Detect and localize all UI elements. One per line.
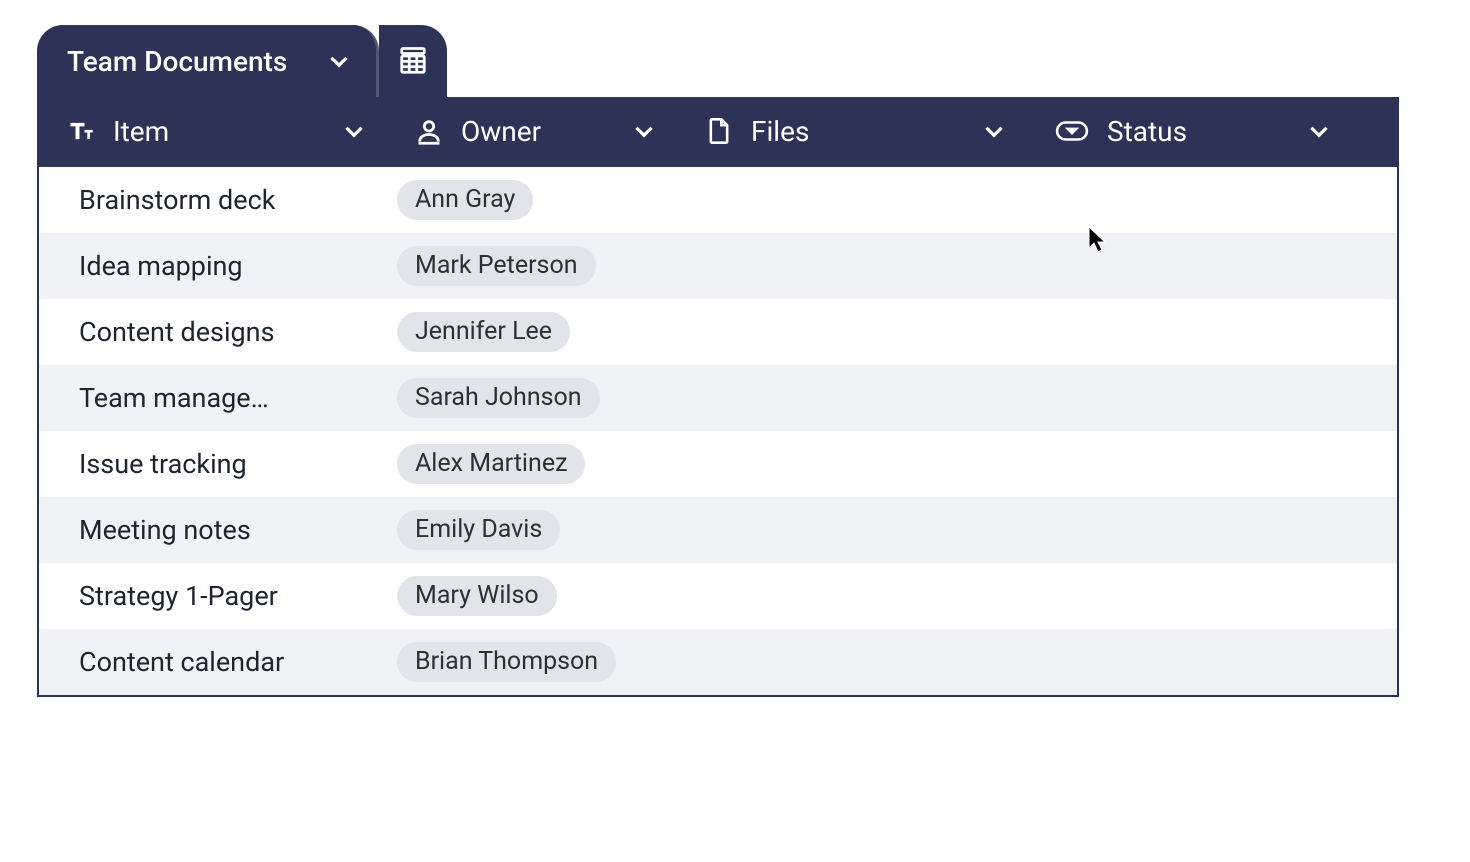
column-label: Item: [113, 115, 169, 148]
tab-title: Team Documents: [67, 45, 287, 78]
cell-owner[interactable]: Emily Davis: [387, 510, 677, 550]
cell-owner[interactable]: Jennifer Lee: [387, 312, 677, 352]
column-header-files[interactable]: Files: [677, 115, 1027, 148]
cell-item[interactable]: Issue tracking: [39, 448, 387, 480]
cell-item[interactable]: Content designs: [39, 316, 387, 348]
text-type-icon: [67, 117, 95, 145]
column-header-row: Item Owner: [37, 97, 1399, 167]
cell-owner[interactable]: Mark Peterson: [387, 246, 677, 286]
owner-pill: Brian Thompson: [397, 642, 616, 682]
table-row[interactable]: Content calendar Brian Thompson: [39, 629, 1397, 695]
column-label: Status: [1107, 115, 1187, 148]
owner-pill: Jennifer Lee: [397, 312, 570, 352]
table-row[interactable]: Idea mapping Mark Peterson: [39, 233, 1397, 299]
owner-pill: Mary Wilso: [397, 576, 557, 616]
table-row[interactable]: Strategy 1-Pager Mary Wilso: [39, 563, 1397, 629]
tab-team-documents[interactable]: Team Documents: [37, 25, 379, 97]
cell-item[interactable]: Idea mapping: [39, 250, 387, 282]
owner-pill: Emily Davis: [397, 510, 560, 550]
column-header-item[interactable]: Item: [39, 115, 387, 148]
table-row[interactable]: Team manage… Sarah Johnson: [39, 365, 1397, 431]
owner-pill: Alex Martinez: [397, 444, 585, 484]
tab-bar: Team Documents: [37, 25, 1399, 97]
table-row[interactable]: Brainstorm deck Ann Gray: [39, 167, 1397, 233]
column-header-owner[interactable]: Owner: [387, 115, 677, 148]
column-label: Owner: [461, 115, 541, 148]
cell-item[interactable]: Team manage…: [39, 382, 387, 414]
cell-owner[interactable]: Sarah Johnson: [387, 378, 677, 418]
cell-owner[interactable]: Ann Gray: [387, 180, 677, 220]
chevron-down-icon[interactable]: [1306, 118, 1332, 144]
dropdown-pill-icon: [1055, 120, 1089, 142]
cell-owner[interactable]: Brian Thompson: [387, 642, 677, 682]
owner-pill: Mark Peterson: [397, 246, 596, 286]
cell-item[interactable]: Brainstorm deck: [39, 184, 387, 216]
table-row[interactable]: Issue tracking Alex Martinez: [39, 431, 1397, 497]
cell-item[interactable]: Content calendar: [39, 646, 387, 678]
chevron-down-icon[interactable]: [341, 118, 367, 144]
column-label: Files: [751, 115, 809, 148]
table-row[interactable]: Meeting notes Emily Davis: [39, 497, 1397, 563]
file-icon: [705, 116, 733, 146]
owner-pill: Ann Gray: [397, 180, 533, 220]
chevron-down-icon[interactable]: [631, 118, 657, 144]
table-body: Brainstorm deck Ann Gray Idea mapping Ma…: [37, 167, 1399, 697]
cell-owner[interactable]: Alex Martinez: [387, 444, 677, 484]
cell-item[interactable]: Meeting notes: [39, 514, 387, 546]
chevron-down-icon[interactable]: [981, 118, 1007, 144]
table-row[interactable]: Content designs Jennifer Lee: [39, 299, 1397, 365]
cell-owner[interactable]: Mary Wilso: [387, 576, 677, 616]
column-header-status[interactable]: Status: [1027, 115, 1352, 148]
cell-item[interactable]: Strategy 1-Pager: [39, 580, 387, 612]
chevron-down-icon[interactable]: [326, 48, 352, 74]
table-grid-icon: [398, 46, 428, 76]
table-container: Team Documents: [37, 25, 1399, 697]
tab-tools-button[interactable]: [379, 25, 447, 97]
owner-pill: Sarah Johnson: [397, 378, 600, 418]
person-icon: [415, 117, 443, 145]
